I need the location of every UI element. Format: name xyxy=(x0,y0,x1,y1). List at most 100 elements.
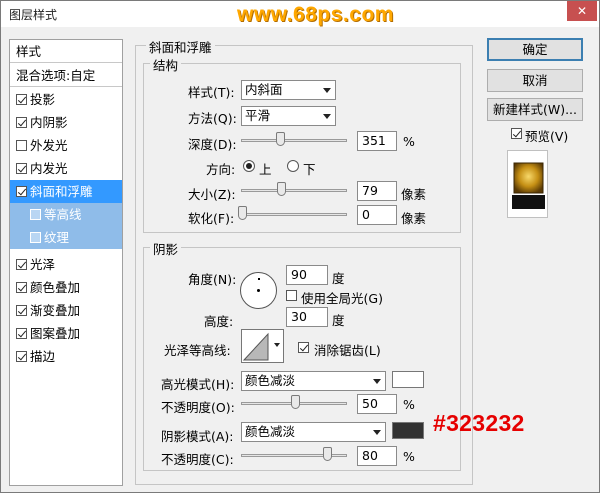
new-style-button[interactable]: 新建样式(W)... xyxy=(487,98,583,121)
shadow-mode-label: 阴影模式(A): xyxy=(161,429,234,444)
opacity2-label: 不透明度(C): xyxy=(161,452,234,467)
style-item-label: 光泽 xyxy=(30,257,56,272)
checkbox-icon[interactable] xyxy=(16,117,27,128)
angle-label: 角度(N): xyxy=(188,272,237,287)
checkbox-icon[interactable] xyxy=(30,209,41,220)
angle-center-dot xyxy=(257,289,260,292)
direction-down-radio[interactable] xyxy=(287,160,299,172)
style-item-outer-glow[interactable]: 外发光 xyxy=(10,134,122,157)
chevron-down-icon xyxy=(323,114,331,119)
antialias-label[interactable]: 消除锯齿(L) xyxy=(314,340,381,359)
depth-input[interactable]: 351 xyxy=(357,131,397,151)
select-value: 颜色减淡 xyxy=(245,424,296,439)
soften-unit: 像素 xyxy=(401,211,427,226)
altitude-input[interactable]: 30 xyxy=(286,307,328,327)
style-item-color-overlay[interactable]: 颜色叠加 xyxy=(10,276,122,299)
checkbox-icon[interactable] xyxy=(16,163,27,174)
checkbox-icon[interactable] xyxy=(16,186,27,197)
opacity2-unit: % xyxy=(403,449,415,464)
style-item-label: 投影 xyxy=(30,92,56,107)
shading-title: 阴影 xyxy=(150,239,182,258)
style-item-pattern-overlay[interactable]: 图案叠加 xyxy=(10,322,122,345)
highlight-mode-select[interactable]: 颜色减淡 xyxy=(241,371,386,391)
style-item-label: 描边 xyxy=(30,349,56,364)
technique-select[interactable]: 平滑 xyxy=(241,106,336,126)
window-title: 图层样式 xyxy=(9,8,58,22)
style-item-bevel-emboss[interactable]: 斜面和浮雕 xyxy=(10,180,122,203)
color-annotation: #323232 xyxy=(433,410,525,436)
size-slider[interactable] xyxy=(241,189,347,192)
style-item-drop-shadow[interactable]: 投影 xyxy=(10,88,122,111)
checkbox-icon[interactable] xyxy=(16,328,27,339)
checkbox-icon[interactable] xyxy=(16,305,27,316)
chevron-down-icon xyxy=(274,343,280,347)
cancel-button[interactable]: 取消 xyxy=(487,69,583,92)
style-item-inner-glow[interactable]: 内发光 xyxy=(10,157,122,180)
checkbox-icon[interactable] xyxy=(16,140,27,151)
gloss-contour-label: 光泽等高线: xyxy=(164,343,231,358)
style-item-stroke[interactable]: 描边 xyxy=(10,345,122,368)
style-item-satin[interactable]: 光泽 xyxy=(10,253,122,276)
direction-down-label[interactable]: 下 xyxy=(303,159,316,178)
direction-label: 方向: xyxy=(206,162,236,177)
opacity1-unit: % xyxy=(403,397,415,412)
ok-button[interactable]: 确定 xyxy=(487,38,583,61)
shadow-opacity-input[interactable]: 80 xyxy=(357,446,397,466)
style-item-label: 斜面和浮雕 xyxy=(30,184,93,199)
size-slider-thumb[interactable] xyxy=(277,182,286,196)
soften-label: 软化(F): xyxy=(188,211,235,226)
soften-slider[interactable] xyxy=(241,213,347,216)
select-value: 颜色减淡 xyxy=(245,373,296,388)
blending-options-item[interactable]: 混合选项:自定 xyxy=(10,64,122,87)
title-bar: 图层样式 www.68ps.com ✕ xyxy=(1,1,599,27)
depth-slider[interactable] xyxy=(241,139,347,142)
select-value: 平滑 xyxy=(245,108,271,123)
soften-slider-thumb[interactable] xyxy=(238,206,247,220)
style-item-label: 颜色叠加 xyxy=(30,280,81,295)
preview-label[interactable]: 预览(V) xyxy=(525,126,568,145)
shadow-color-swatch[interactable] xyxy=(392,422,424,439)
watermark-text: www.68ps.com xyxy=(237,3,394,26)
depth-slider-thumb[interactable] xyxy=(276,132,285,146)
style-item-texture[interactable]: 纹理 xyxy=(10,226,122,249)
preview-thumbnail xyxy=(512,162,545,209)
style-item-inner-shadow[interactable]: 内阴影 xyxy=(10,111,122,134)
close-button[interactable]: ✕ xyxy=(567,1,597,21)
style-item-contour[interactable]: 等高线 xyxy=(10,203,122,226)
angle-input[interactable]: 90 xyxy=(286,265,328,285)
style-item-label: 纹理 xyxy=(44,230,70,245)
angle-marker xyxy=(258,278,260,280)
global-light-label[interactable]: 使用全局光(G) xyxy=(301,288,383,307)
direction-up-radio[interactable] xyxy=(243,160,255,172)
bevel-style-select[interactable]: 内斜面 xyxy=(241,80,336,100)
chevron-down-icon xyxy=(323,88,331,93)
opacity1-label: 不透明度(O): xyxy=(161,400,235,415)
chevron-down-icon xyxy=(373,430,381,435)
checkbox-icon[interactable] xyxy=(16,94,27,105)
gloss-contour-picker[interactable] xyxy=(241,329,284,363)
highlight-opacity-input[interactable]: 50 xyxy=(357,394,397,414)
antialias-checkbox[interactable] xyxy=(298,342,309,353)
checkbox-icon[interactable] xyxy=(16,282,27,293)
direction-up-label[interactable]: 上 xyxy=(259,159,272,178)
section-title: 斜面和浮雕 xyxy=(146,37,215,56)
angle-unit: 度 xyxy=(332,271,345,286)
checkbox-icon[interactable] xyxy=(30,232,41,243)
highlight-color-swatch[interactable] xyxy=(392,371,424,388)
size-input[interactable]: 79 xyxy=(357,181,397,201)
soften-input[interactable]: 0 xyxy=(357,205,397,225)
checkbox-icon[interactable] xyxy=(16,351,27,362)
shadow-opacity-thumb[interactable] xyxy=(323,447,332,461)
size-label: 大小(Z): xyxy=(188,187,236,202)
altitude-label: 高度: xyxy=(204,314,234,329)
shadow-mode-select[interactable]: 颜色减淡 xyxy=(241,422,386,442)
styles-header[interactable]: 样式 xyxy=(10,40,122,63)
preview-checkbox[interactable] xyxy=(511,128,522,139)
depth-label: 深度(D): xyxy=(188,137,237,152)
style-item-gradient-overlay[interactable]: 渐变叠加 xyxy=(10,299,122,322)
checkbox-icon[interactable] xyxy=(16,259,27,270)
highlight-opacity-thumb[interactable] xyxy=(291,395,300,409)
angle-wheel[interactable] xyxy=(240,272,277,309)
method-label: 方法(Q): xyxy=(188,111,237,126)
global-light-checkbox[interactable] xyxy=(286,290,297,301)
